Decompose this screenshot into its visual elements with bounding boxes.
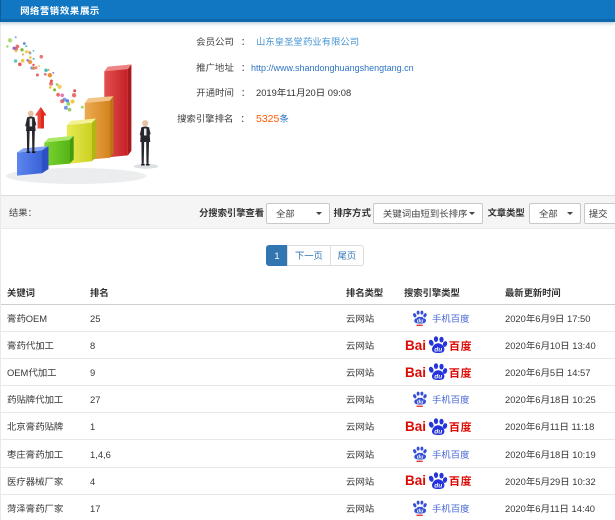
svg-text:du: du (417, 400, 424, 406)
svg-text:du: du (434, 482, 442, 489)
svg-text:du: du (434, 428, 442, 435)
svg-text:du: du (417, 508, 424, 514)
svg-text:du: du (417, 454, 424, 460)
svg-text:du: du (434, 346, 442, 353)
svg-text:du: du (434, 373, 442, 380)
svg-text:du: du (417, 318, 424, 324)
